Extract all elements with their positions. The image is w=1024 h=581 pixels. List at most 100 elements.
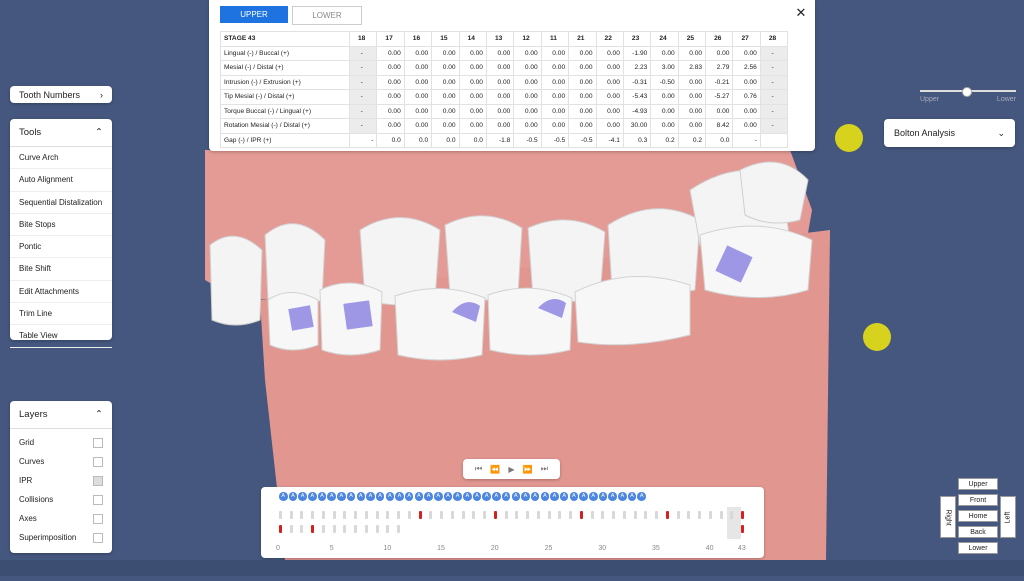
stage-attachment-badge[interactable]: A bbox=[618, 492, 627, 501]
table-cell[interactable]: 0.00 bbox=[677, 45, 707, 61]
view-upper-button[interactable]: Upper bbox=[958, 478, 998, 490]
table-cell[interactable]: -0.5 bbox=[513, 132, 542, 148]
stage-bar[interactable] bbox=[515, 511, 519, 519]
table-cell[interactable]: 0.00 bbox=[431, 74, 460, 90]
tool-item[interactable]: Auto Alignment bbox=[10, 169, 112, 192]
stage-bar[interactable] bbox=[440, 511, 444, 519]
stage-attachment-badge[interactable]: A bbox=[482, 492, 491, 501]
table-cell[interactable]: - bbox=[348, 118, 378, 134]
tool-item[interactable]: Bite Shift bbox=[10, 258, 112, 281]
stage-bar[interactable] bbox=[590, 511, 594, 519]
table-cell[interactable]: - bbox=[348, 60, 378, 76]
table-cell[interactable]: 0.00 bbox=[431, 89, 460, 105]
view-left-button[interactable]: Left bbox=[1000, 496, 1016, 538]
tab-upper[interactable]: UPPER bbox=[220, 6, 288, 23]
ipr-marker[interactable] bbox=[579, 511, 583, 519]
table-cell[interactable]: 0.00 bbox=[705, 103, 734, 119]
stage-attachment-badge[interactable]: A bbox=[472, 492, 482, 501]
table-cell[interactable]: 0.00 bbox=[540, 89, 570, 105]
stage-attachment-badge[interactable]: A bbox=[569, 492, 579, 501]
stage-bar[interactable] bbox=[279, 511, 282, 519]
table-cell[interactable]: 0.00 bbox=[485, 74, 515, 90]
table-cell[interactable]: -0.5 bbox=[568, 132, 597, 148]
table-cell[interactable]: 0.0 bbox=[705, 132, 734, 148]
stage-attachment-badge[interactable]: A bbox=[337, 492, 346, 501]
table-cell[interactable]: 3.00 bbox=[650, 60, 679, 76]
table-cell[interactable]: 0.00 bbox=[595, 118, 624, 134]
table-cell[interactable]: - bbox=[759, 89, 789, 105]
layer-item[interactable]: Grid bbox=[10, 433, 112, 452]
table-cell[interactable]: 0.00 bbox=[540, 74, 570, 90]
layer-checkbox[interactable] bbox=[93, 494, 103, 505]
table-cell[interactable]: 0.00 bbox=[677, 118, 707, 134]
stage-bar[interactable] bbox=[300, 525, 304, 533]
stage-attachment-badge[interactable]: A bbox=[540, 492, 550, 501]
table-cell[interactable]: 0.0 bbox=[431, 132, 460, 148]
table-cell[interactable]: 0.00 bbox=[595, 89, 624, 105]
stage-bar[interactable] bbox=[676, 511, 680, 519]
table-cell[interactable]: 2.79 bbox=[705, 60, 734, 76]
stage-bar[interactable] bbox=[558, 511, 562, 519]
table-cell[interactable]: - bbox=[348, 45, 378, 61]
layer-checkbox[interactable] bbox=[93, 475, 103, 486]
table-cell[interactable]: 0.76 bbox=[732, 89, 761, 105]
stage-bar[interactable] bbox=[450, 511, 454, 519]
layers-header[interactable]: Layers ⌃ bbox=[10, 401, 112, 429]
table-cell[interactable]: 0.00 bbox=[540, 103, 570, 119]
stage-attachment-badge[interactable]: A bbox=[492, 492, 501, 501]
table-cell[interactable]: - bbox=[759, 74, 789, 90]
table-cell[interactable]: 0.00 bbox=[458, 60, 487, 76]
stage-attachment-badge[interactable]: A bbox=[579, 492, 588, 501]
layer-checkbox[interactable] bbox=[93, 456, 103, 467]
play-icon[interactable]: ▶ bbox=[508, 465, 514, 474]
table-cell[interactable]: 0.00 bbox=[513, 60, 542, 76]
layer-checkbox[interactable] bbox=[93, 437, 103, 448]
table-cell[interactable]: 0.00 bbox=[403, 103, 433, 119]
table-cell[interactable]: 0.00 bbox=[431, 103, 460, 119]
view-lower-button[interactable]: Lower bbox=[958, 542, 998, 554]
layer-item[interactable]: Superimposition bbox=[10, 528, 112, 547]
stage-bar[interactable] bbox=[655, 511, 659, 519]
table-cell[interactable]: - bbox=[732, 132, 761, 148]
table-cell[interactable]: - bbox=[348, 103, 378, 119]
slider-knob[interactable] bbox=[962, 87, 972, 97]
table-cell[interactable]: 0.3 bbox=[622, 132, 652, 148]
stage-bar[interactable] bbox=[633, 511, 637, 519]
table-cell[interactable]: - bbox=[348, 132, 378, 148]
layer-item[interactable]: IPR bbox=[10, 471, 112, 490]
view-front-button[interactable]: Front bbox=[958, 494, 998, 506]
tools-header[interactable]: Tools ⌃ bbox=[10, 119, 112, 147]
stage-bar[interactable] bbox=[332, 525, 336, 533]
table-cell[interactable]: 0.2 bbox=[677, 132, 707, 148]
table-cell[interactable]: 0.00 bbox=[540, 60, 570, 76]
table-cell[interactable]: - bbox=[759, 118, 789, 134]
stage-attachment-badge[interactable]: A bbox=[637, 492, 646, 501]
table-cell[interactable]: 0.00 bbox=[458, 118, 487, 134]
stage-attachment-badge[interactable]: A bbox=[589, 492, 598, 501]
table-cell[interactable]: 0.0 bbox=[376, 132, 405, 148]
table-cell[interactable]: 0.00 bbox=[568, 60, 597, 76]
ipr-marker[interactable] bbox=[493, 511, 497, 519]
stage-attachment-badge[interactable]: A bbox=[511, 492, 520, 501]
table-cell[interactable]: 0.00 bbox=[403, 45, 433, 61]
stage-bar[interactable] bbox=[601, 511, 605, 519]
stage-bar[interactable] bbox=[364, 511, 368, 519]
stage-bar[interactable] bbox=[289, 511, 293, 519]
table-cell[interactable]: -4.1 bbox=[595, 132, 624, 148]
stage-attachment-badge[interactable]: A bbox=[530, 492, 540, 501]
tool-item[interactable]: Sequential Distalization bbox=[10, 192, 112, 214]
table-cell[interactable]: 0.00 bbox=[403, 89, 433, 105]
table-cell[interactable]: 2.23 bbox=[622, 60, 652, 76]
stage-attachment-badge[interactable]: A bbox=[346, 492, 356, 501]
stage-bar[interactable] bbox=[300, 511, 304, 519]
stage-attachment-badge[interactable]: A bbox=[463, 492, 472, 501]
layer-item[interactable]: Collisions bbox=[10, 490, 112, 509]
bolton-analysis-dropdown[interactable]: Bolton Analysis ⌄ bbox=[884, 119, 1015, 147]
table-cell[interactable]: 2.83 bbox=[677, 60, 707, 76]
stage-bar[interactable] bbox=[386, 511, 390, 519]
table-cell[interactable]: 0.00 bbox=[677, 74, 707, 90]
table-cell[interactable]: 0.00 bbox=[732, 45, 761, 61]
slider-track[interactable] bbox=[920, 87, 1016, 97]
stage-timeline[interactable]: AAAAAAAAAAAAAAAAAAAAAAAAAAAAAAAAAAAAAA 0… bbox=[261, 487, 764, 558]
table-cell[interactable]: 0.00 bbox=[568, 118, 597, 134]
